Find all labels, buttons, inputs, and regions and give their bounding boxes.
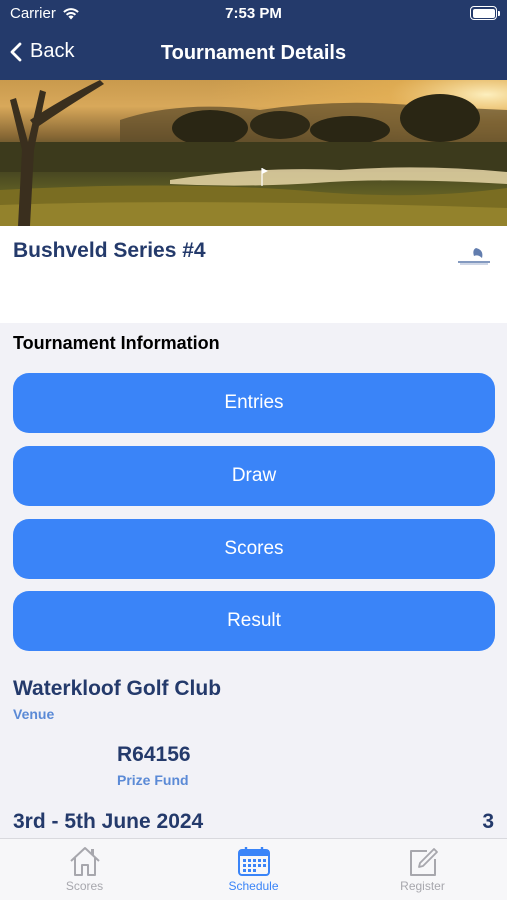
tab-schedule-label: Schedule bbox=[228, 879, 279, 893]
tab-bar: Scores Schedule Register bbox=[0, 838, 507, 900]
tab-register[interactable]: Register bbox=[338, 839, 507, 900]
prize-fund-amount: R64156 bbox=[117, 743, 191, 766]
prize-fund-label: Prize Fund bbox=[117, 772, 189, 788]
venue-label: Venue bbox=[13, 706, 55, 722]
result-button[interactable]: Result bbox=[13, 591, 495, 651]
edit-icon bbox=[409, 848, 438, 876]
tab-schedule[interactable]: Schedule bbox=[169, 839, 338, 900]
tournament-dates: 3rd - 5th June 2024 bbox=[13, 810, 204, 833]
section-title: Tournament Information bbox=[13, 333, 220, 353]
top-bar: Carrier 7:53 PM Back Tournament Details bbox=[0, 0, 507, 80]
status-time: 7:53 PM bbox=[225, 5, 282, 22]
calendar-icon bbox=[237, 847, 270, 876]
scores-button[interactable]: Scores bbox=[13, 519, 495, 579]
navigation-bar: Back Tournament Details bbox=[0, 28, 507, 80]
tab-scores[interactable]: Scores bbox=[0, 839, 169, 900]
tournament-days-count: 3 bbox=[482, 810, 494, 833]
tournament-header: Bushveld Series #4 bbox=[0, 226, 507, 323]
golf-course-photo bbox=[0, 80, 507, 226]
home-icon bbox=[69, 847, 100, 876]
tab-register-label: Register bbox=[400, 879, 445, 893]
page-title: Tournament Details bbox=[160, 42, 347, 64]
tournament-name: Bushveld Series #4 bbox=[13, 239, 206, 262]
draw-button[interactable]: Draw bbox=[13, 446, 495, 506]
club-logo-icon bbox=[458, 248, 490, 265]
tab-scores-label: Scores bbox=[65, 879, 104, 893]
status-bar: Carrier 7:53 PM bbox=[0, 0, 507, 28]
entries-button[interactable]: Entries bbox=[13, 373, 495, 433]
hero-image bbox=[0, 80, 507, 226]
venue-name: Waterkloof Golf Club bbox=[13, 677, 222, 700]
battery-icon bbox=[470, 6, 500, 20]
